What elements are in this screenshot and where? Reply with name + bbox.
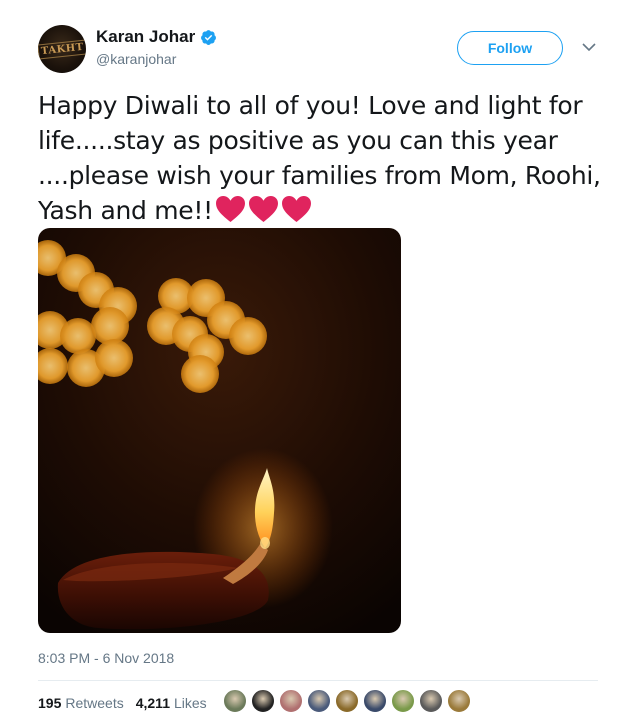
liker-avatar[interactable] <box>307 689 331 713</box>
retweets-count[interactable]: 195 <box>38 695 61 711</box>
liker-avatar[interactable] <box>363 689 387 713</box>
liker-avatar[interactable] <box>223 689 247 713</box>
red-heart-icon <box>281 195 311 223</box>
diya-lamp-image <box>38 228 401 633</box>
tweet-text: Happy Diwali to all of you! Love and lig… <box>38 88 618 228</box>
author-handle[interactable]: @karanjohar <box>96 51 176 67</box>
liker-avatar[interactable] <box>335 689 359 713</box>
red-heart-icon <box>215 195 245 223</box>
chevron-down-icon[interactable] <box>582 42 596 52</box>
liker-avatar[interactable] <box>251 689 275 713</box>
divider <box>38 680 598 681</box>
liker-avatar[interactable] <box>419 689 443 713</box>
liker-avatars <box>223 689 475 713</box>
avatar-text: TAKHT <box>38 38 86 60</box>
likes-count[interactable]: 4,211 <box>136 695 170 711</box>
retweets-label[interactable]: Retweets <box>65 695 123 711</box>
tweet-stats: 195 Retweets 4,211 Likes <box>38 695 219 711</box>
likes-label[interactable]: Likes <box>174 695 207 711</box>
verified-badge-icon <box>201 29 217 45</box>
liker-avatar[interactable] <box>447 689 471 713</box>
red-heart-icon <box>248 195 278 223</box>
follow-button[interactable]: Follow <box>457 31 563 65</box>
tweet-body: Happy Diwali to all of you! Love and lig… <box>38 91 601 225</box>
tweet-image[interactable] <box>38 228 401 633</box>
display-name[interactable]: Karan Johar <box>96 27 195 47</box>
liker-avatar[interactable] <box>391 689 415 713</box>
author-name-row[interactable]: Karan Johar <box>96 27 217 47</box>
tweet-timestamp[interactable]: 8:03 PM - 6 Nov 2018 <box>38 650 174 666</box>
liker-avatar[interactable] <box>279 689 303 713</box>
heart-emojis <box>215 195 314 223</box>
avatar[interactable]: TAKHT <box>38 25 86 73</box>
